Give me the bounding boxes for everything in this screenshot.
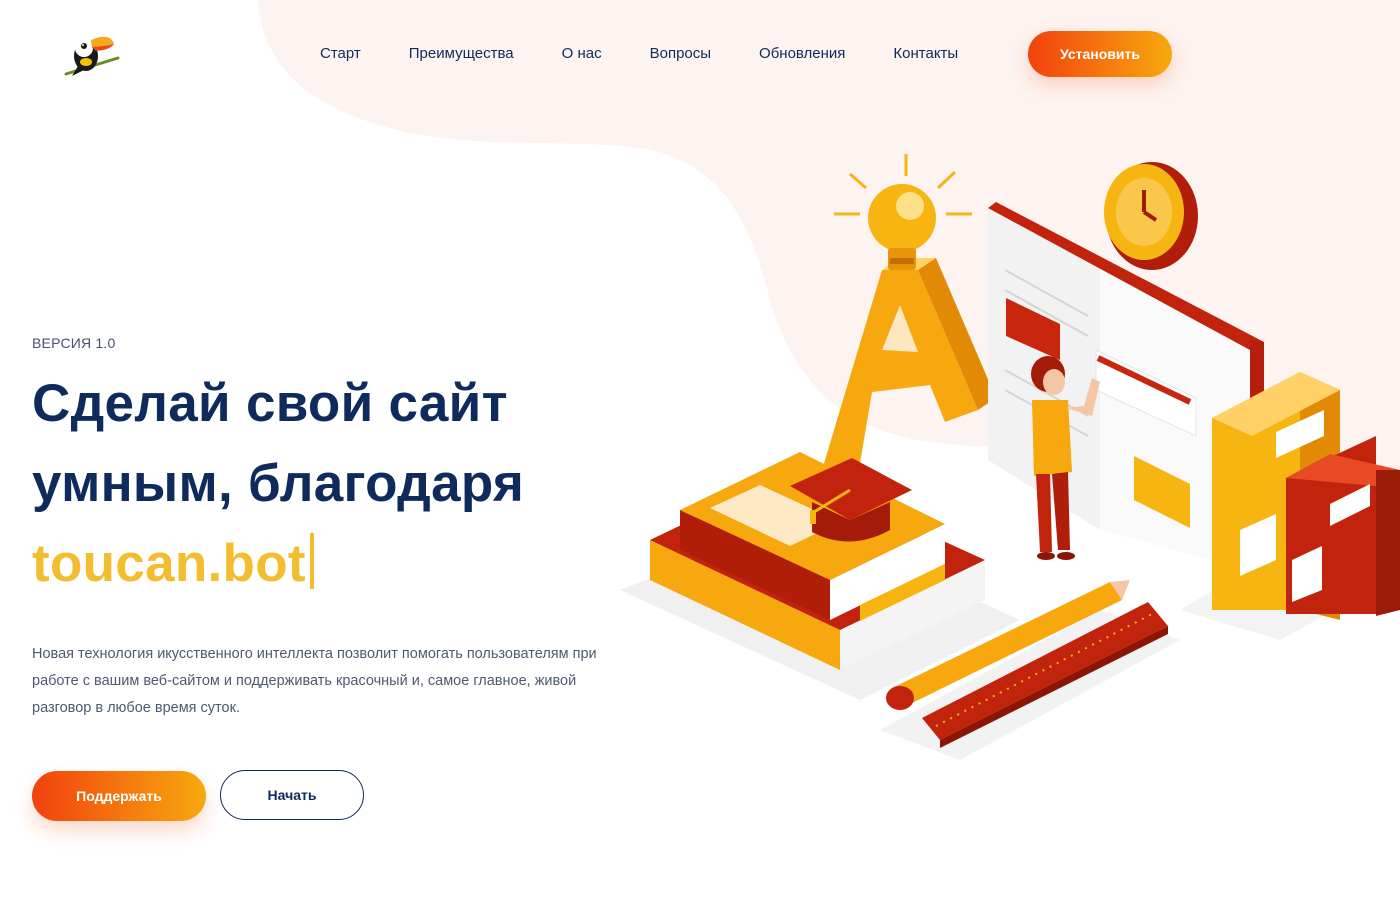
start-button[interactable]: Начать	[220, 770, 364, 820]
education-isometric-illustration	[620, 154, 1400, 760]
hero-headline: Сделай свой сайт умным, благодаря toucan…	[32, 364, 524, 604]
typing-cursor	[309, 533, 314, 589]
lightbulb-icon	[834, 154, 972, 270]
nav-item-about[interactable]: О нас	[538, 44, 626, 64]
support-button[interactable]: Поддержать	[32, 771, 206, 821]
letter-a-icon	[822, 258, 996, 475]
install-button[interactable]: Установить	[1028, 31, 1172, 77]
headline-line-3: toucan.bot	[32, 524, 524, 604]
nav-item-start[interactable]: Старт	[296, 44, 385, 64]
toucan-logo[interactable]	[62, 26, 122, 82]
toucan-logo-icon	[64, 36, 120, 76]
version-label: ВЕРСИЯ 1.0	[32, 335, 116, 351]
brand-name: toucan.bot	[32, 534, 306, 593]
headline-line-2: умным, благодаря	[32, 454, 525, 513]
clock-icon	[1104, 162, 1198, 270]
nav-item-advantages[interactable]: Преимущества	[385, 44, 538, 64]
nav-item-updates[interactable]: Обновления	[735, 44, 869, 64]
hero-description: Новая технология икусственного интеллект…	[32, 646, 597, 716]
main-nav: Старт Преимущества О нас Вопросы Обновле…	[296, 44, 982, 64]
nav-item-contacts[interactable]: Контакты	[869, 44, 982, 64]
headline-line-1: Сделай свой сайт	[32, 374, 508, 433]
binders-icon	[1212, 372, 1400, 620]
nav-item-faq[interactable]: Вопросы	[626, 44, 735, 64]
